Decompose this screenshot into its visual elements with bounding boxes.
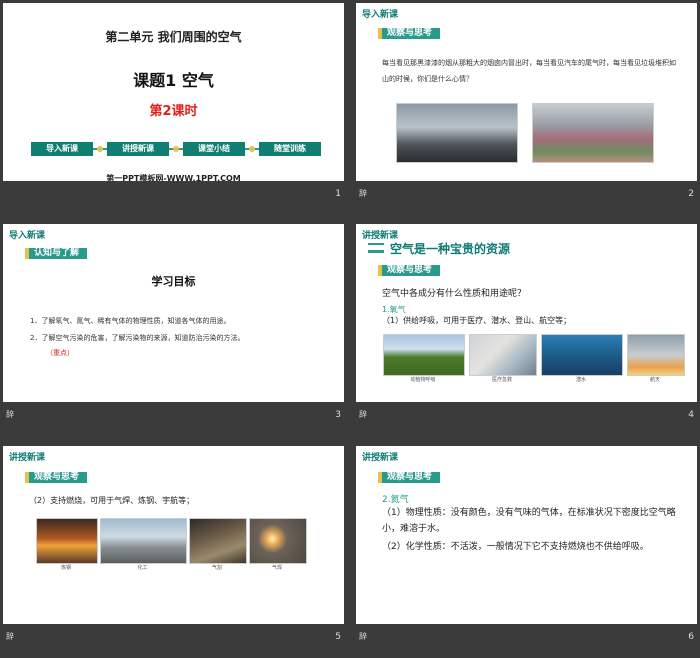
tag-label: 观察与思考 (24, 472, 88, 483)
use-text: （1）供给呼吸，可用于医疗、潜水、登山、航空等； (382, 316, 572, 325)
gas-cutting-image (189, 518, 247, 564)
lesson-title: 课题1 空气 (133, 71, 214, 90)
step-button[interactable]: 课堂小结 (183, 142, 245, 156)
slide-number: 3 (335, 410, 341, 419)
subheading: 1.氧气 (382, 305, 406, 314)
image-caption: 化工 (137, 565, 148, 571)
medical-image (469, 334, 537, 376)
slide-3[interactable]: 导入新课 认知与了解 学习目标 1．了解氧气、氮气、稀有气体的物理性质，知道各气… (3, 224, 344, 419)
step-button[interactable]: 导入新课 (31, 142, 93, 156)
slide-number: 5 (335, 632, 341, 641)
step-button[interactable]: 随堂训练 (259, 142, 321, 156)
footer-mark: 辞 (6, 410, 14, 419)
footer-mark: 辞 (359, 632, 367, 641)
slide-number: 6 (688, 632, 694, 641)
slide-number: 1 (335, 189, 341, 198)
step-button[interactable]: 讲授新课 (107, 142, 169, 156)
slide-1[interactable]: 第二单元 我们周围的空气 课题1 空气 第2课时 导入新课 讲授新课 课堂小结 … (3, 3, 344, 198)
steelmaking-image (36, 518, 98, 564)
image-caption: 气割 (211, 565, 222, 571)
image-caption: 医疗急救 (491, 377, 512, 383)
use-text: （2）支持燃烧，可用于气焊、炼钢、宇航等； (29, 496, 195, 505)
tag-label: 观察与思考 (377, 28, 441, 39)
tag-label: 观察与思考 (377, 265, 441, 276)
footer-mark: 辞 (6, 632, 14, 641)
slide-6[interactable]: 讲授新课 观察与思考 2.氮气 （1）物理性质：没有颜色，没有气味的气体，在标准… (356, 446, 697, 641)
breathing-image (383, 334, 465, 376)
slide-title: 空气是一种宝贵的资源 (390, 242, 511, 256)
objective-item: 2．了解空气污染的危害，了解污染物的来源，知道防治污染的方法。 (30, 334, 245, 342)
intro-text: 每当看见那黑漆漆的烟从那粗大的烟囱内冒出时，每当看见汽车的尾气时，每当看见垃圾堆… (382, 59, 676, 83)
image-caption: 炼钢 (60, 565, 71, 571)
objective-item: 1．了解氧气、氮气、稀有气体的物理性质，知道各气体的用途。 (30, 317, 231, 325)
section-label: 讲授新课 (9, 453, 46, 463)
chemical-plant-image (100, 518, 187, 564)
unit-title: 第二单元 我们周围的空气 (105, 30, 242, 44)
slide-2[interactable]: 导入新课 观察与思考 每当看见那黑漆漆的烟从那粗大的烟囱内冒出时，每当看见汽车的… (356, 3, 697, 198)
garbage-pile-image (532, 103, 654, 163)
diving-image (541, 334, 623, 376)
image-caption: 动植物呼吸 (410, 377, 436, 383)
slide-5[interactable]: 讲授新课 观察与思考 （2）支持燃烧，可用于气焊、炼钢、宇航等； 炼钢 化工 气… (3, 446, 344, 641)
title-marker-icon (368, 243, 384, 253)
section-label: 导入新课 (362, 10, 399, 20)
section-label: 讲授新课 (362, 453, 399, 463)
chimney-smoke-image (396, 103, 518, 163)
rocket-image (627, 334, 685, 376)
question-text: 空气中各成分有什么性质和用途呢？ (382, 289, 527, 299)
subheading: 2.氮气 (382, 495, 409, 505)
image-caption: 潜水 (575, 377, 586, 383)
section-label: 导入新课 (9, 231, 46, 241)
footer-mark: 辞 (359, 189, 367, 198)
image-caption: 气焊 (271, 565, 282, 571)
tag-label: 观察与思考 (377, 472, 441, 483)
step-nav: 导入新课 讲授新课 课堂小结 随堂训练 (31, 142, 321, 156)
key-point-label: （重点） (46, 349, 74, 357)
slide-number: 4 (688, 410, 694, 419)
slide-number: 2 (688, 189, 694, 198)
lesson-number: 第2课时 (149, 104, 198, 119)
slide-4[interactable]: 讲授新课 空气是一种宝贵的资源 观察与思考 空气中各成分有什么性质和用途呢？ 1… (356, 224, 697, 419)
footer-mark: 辞 (359, 410, 367, 419)
chemical-property-text: （2）化学性质：不活泼，一般情况下它不支持燃烧也不供给呼吸。 (382, 542, 649, 552)
gas-welding-image (249, 518, 307, 564)
physical-property-text: （1）物理性质：没有颜色，没有气味的气体，在标准状况下密度比空气略小，难溶于水。 (382, 508, 676, 534)
tag-label: 认知与了解 (24, 248, 88, 259)
objectives-heading: 学习目标 (151, 275, 196, 288)
image-caption: 航天 (649, 377, 660, 383)
